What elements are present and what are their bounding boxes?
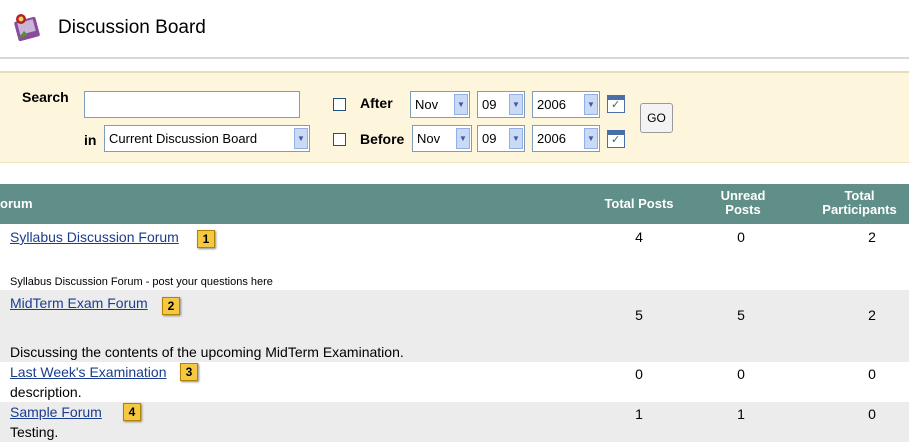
before-year-value: 2006	[537, 131, 566, 146]
search-panel: Search in Current Discussion Board ▼ Aft…	[0, 71, 909, 163]
chevron-down-icon: ▼	[454, 94, 468, 115]
before-calendar-icon[interactable]	[607, 130, 625, 148]
after-month-value: Nov	[415, 97, 439, 112]
row-badge: 4	[123, 403, 141, 421]
before-checkbox[interactable]	[333, 133, 346, 146]
col-forum[interactable]: orum	[0, 197, 33, 211]
unread-posts-cell: 5	[737, 307, 745, 323]
unread-posts-cell: 0	[737, 229, 745, 245]
participants-cell: 2	[868, 229, 876, 245]
chevron-down-icon: ▼	[294, 128, 308, 149]
forum-link-midterm[interactable]: MidTerm Exam Forum	[10, 295, 148, 311]
total-posts-cell: 1	[635, 406, 643, 422]
unread-posts-cell: 1	[737, 406, 745, 422]
chevron-down-icon: ▼	[509, 128, 523, 149]
discussion-board-icon	[14, 14, 40, 42]
chevron-down-icon: ▼	[584, 94, 598, 115]
table-row: Last Week's Examination 3 0 0 0 descript…	[0, 362, 909, 402]
total-posts-cell: 0	[635, 366, 643, 382]
before-month-select[interactable]: Nov ▼	[412, 125, 472, 152]
before-month-value: Nov	[417, 131, 441, 146]
after-year-select[interactable]: 2006 ▼	[532, 91, 600, 118]
after-checkbox[interactable]	[333, 98, 346, 111]
col-unread-posts[interactable]: Unread Posts	[713, 189, 773, 217]
col-total-posts[interactable]: Total Posts	[598, 197, 680, 211]
after-month-select[interactable]: Nov ▼	[410, 91, 470, 118]
page-title: Discussion Board	[58, 17, 206, 38]
total-posts-cell: 5	[635, 307, 643, 323]
chevron-down-icon: ▼	[584, 128, 598, 149]
forum-description: description.	[10, 384, 82, 400]
total-posts-cell: 4	[635, 229, 643, 245]
in-label: in	[84, 132, 97, 148]
description-row: Discussing the contents of the upcoming …	[0, 344, 909, 362]
search-input[interactable]	[84, 91, 300, 118]
search-label: Search	[22, 89, 69, 105]
forum-description: Discussing the contents of the upcoming …	[10, 344, 404, 360]
table-row: Syllabus Discussion Forum 1 4 0 2 Syllab…	[0, 224, 909, 290]
after-day-value: 09	[482, 97, 497, 112]
scope-select-value: Current Discussion Board	[109, 131, 258, 146]
before-day-value: 09	[482, 131, 497, 146]
after-calendar-icon[interactable]	[607, 95, 625, 113]
header-divider	[0, 57, 909, 59]
chevron-down-icon: ▼	[509, 94, 523, 115]
participants-cell: 0	[868, 406, 876, 422]
row-badge: 2	[162, 297, 180, 315]
scope-select[interactable]: Current Discussion Board ▼	[104, 125, 310, 152]
forum-table-header: orum Total Posts Unread Posts Total Part…	[0, 184, 909, 224]
row-badge: 3	[180, 363, 198, 381]
before-day-select[interactable]: 09 ▼	[477, 125, 525, 152]
participants-cell: 0	[868, 366, 876, 382]
forum-link-last-week[interactable]: Last Week's Examination	[10, 364, 167, 380]
row-badge: 1	[197, 230, 215, 248]
page-header: Discussion Board	[10, 8, 206, 48]
after-day-select[interactable]: 09 ▼	[477, 91, 525, 118]
col-total-participants[interactable]: Total Participants	[810, 189, 909, 217]
after-label: After	[360, 95, 393, 111]
before-label: Before	[360, 131, 405, 147]
participants-cell: 2	[868, 307, 876, 323]
table-row: Sample Forum 4 1 1 0 Testing.	[0, 402, 909, 442]
before-year-select[interactable]: 2006 ▼	[532, 125, 600, 152]
chevron-down-icon: ▼	[456, 128, 470, 149]
after-year-value: 2006	[537, 97, 566, 112]
forum-description: Syllabus Discussion Forum - post your qu…	[10, 276, 273, 288]
forum-link-sample[interactable]: Sample Forum	[10, 404, 102, 420]
forum-link-syllabus[interactable]: Syllabus Discussion Forum	[10, 229, 179, 245]
unread-posts-cell: 0	[737, 366, 745, 382]
forum-description: Testing.	[10, 424, 59, 440]
go-button[interactable]: GO	[640, 103, 673, 133]
